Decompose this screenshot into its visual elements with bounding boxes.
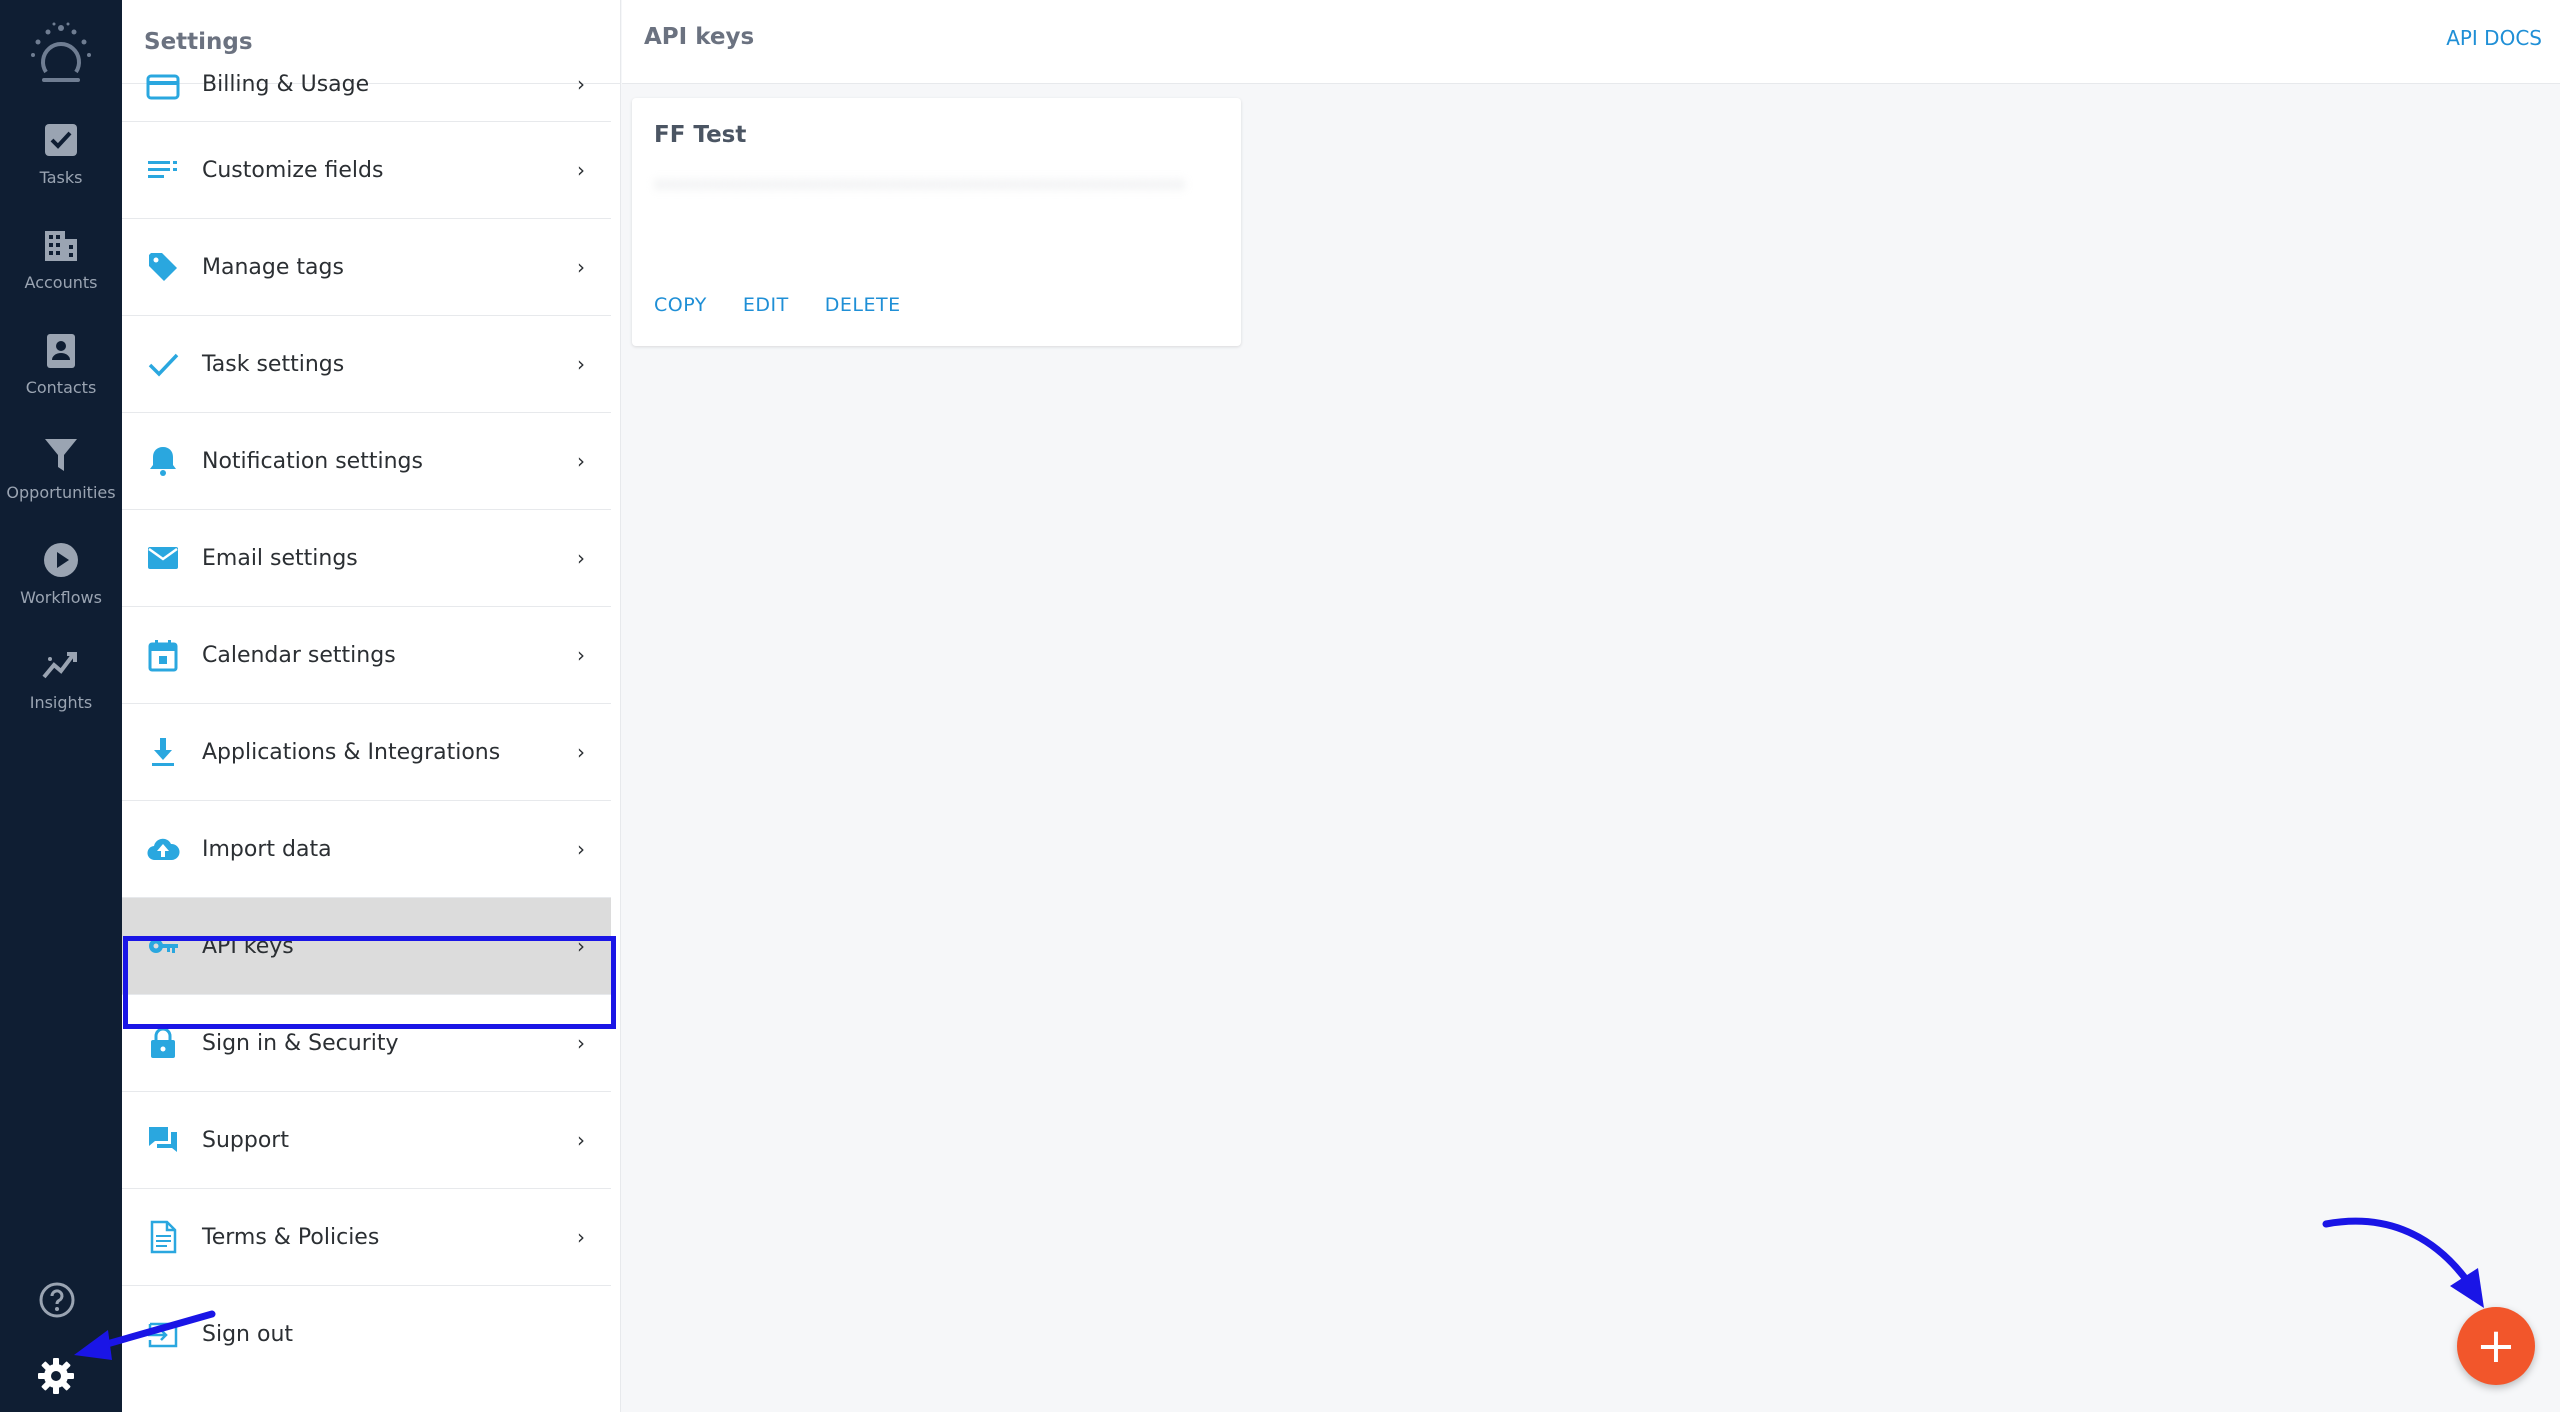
chevron-right-icon: › bbox=[577, 837, 585, 861]
app-root: Tasks Accounts Contacts Opportunities Wo… bbox=[0, 0, 2560, 1412]
api-key-actions: COPY EDIT DELETE bbox=[654, 294, 937, 316]
chevron-right-icon: › bbox=[577, 158, 585, 182]
play-circle-icon bbox=[44, 543, 78, 577]
sign-out-icon bbox=[144, 1316, 182, 1354]
settings-item-label: Import data bbox=[202, 836, 332, 862]
tasks-check-icon bbox=[45, 124, 77, 156]
nav-workflows[interactable]: Workflows bbox=[0, 540, 122, 636]
nav-tasks-label: Tasks bbox=[39, 168, 83, 187]
nav-accounts-label: Accounts bbox=[24, 273, 98, 292]
envelope-icon bbox=[144, 539, 182, 577]
nav-opportunities-label: Opportunities bbox=[6, 483, 116, 502]
settings-item-label: Support bbox=[202, 1127, 289, 1153]
settings-item-label: API keys bbox=[202, 933, 294, 959]
main-header: API keys API DOCS bbox=[622, 0, 2560, 84]
settings-item-label: Sign out bbox=[202, 1322, 294, 1347]
trend-chart-icon bbox=[42, 652, 77, 679]
settings-item-label: Email settings bbox=[202, 545, 358, 571]
cloud-upload-icon bbox=[144, 830, 182, 868]
settings-item-terms-policies[interactable]: Terms & Policies › bbox=[122, 1189, 611, 1286]
copy-button[interactable]: COPY bbox=[654, 294, 707, 316]
add-api-key-fab[interactable]: + bbox=[2457, 1307, 2535, 1385]
settings-item-task-settings[interactable]: Task settings › bbox=[122, 316, 611, 413]
settings-item-calendar-settings[interactable]: Calendar settings › bbox=[122, 607, 611, 704]
settings-item-label: Billing & Usage bbox=[202, 72, 370, 97]
fields-list-icon bbox=[144, 151, 182, 189]
chat-bubbles-icon bbox=[144, 1121, 182, 1159]
settings-item-label: Customize fields bbox=[202, 157, 384, 183]
chevron-right-icon: › bbox=[577, 740, 585, 764]
page-title: API keys bbox=[644, 24, 755, 50]
chevron-right-icon: › bbox=[577, 1031, 585, 1055]
settings-item-email-settings[interactable]: Email settings › bbox=[122, 510, 611, 607]
chevron-right-icon: › bbox=[577, 72, 585, 96]
contact-card-icon bbox=[47, 334, 75, 368]
settings-item-sign-out[interactable]: Sign out bbox=[122, 1286, 611, 1383]
api-key-value-obscured: ••••••••••••••••••••••••••••••••••••••••… bbox=[654, 173, 1184, 197]
nav-tasks[interactable]: Tasks bbox=[0, 120, 122, 216]
bell-icon bbox=[144, 442, 182, 480]
settings-item-import-data[interactable]: Import data › bbox=[122, 801, 611, 898]
chevron-right-icon: › bbox=[577, 1128, 585, 1152]
nav-insights-label: Insights bbox=[29, 693, 93, 712]
credit-card-icon bbox=[144, 68, 182, 106]
settings-panel: Settings Billing & Usage › Customize fie… bbox=[122, 0, 621, 1412]
settings-item-applications-integrations[interactable]: Applications & Integrations › bbox=[122, 704, 611, 801]
settings-item-notification-settings[interactable]: Notification settings › bbox=[122, 413, 611, 510]
left-nav-rail: Tasks Accounts Contacts Opportunities Wo… bbox=[0, 0, 122, 1412]
settings-item-label: Applications & Integrations bbox=[202, 739, 501, 765]
lock-icon bbox=[144, 1024, 182, 1062]
settings-item-customize-fields[interactable]: Customize fields › bbox=[122, 122, 611, 219]
settings-item-api-keys[interactable]: API keys › bbox=[122, 898, 611, 995]
funnel-icon bbox=[45, 439, 77, 471]
gear-icon[interactable] bbox=[36, 1356, 76, 1396]
chevron-right-icon: › bbox=[577, 546, 585, 570]
chevron-right-icon: › bbox=[577, 643, 585, 667]
nav-workflows-label: Workflows bbox=[20, 588, 102, 607]
chevron-right-icon: › bbox=[577, 1225, 585, 1249]
api-key-name: FF Test bbox=[654, 122, 747, 148]
chevron-right-icon: › bbox=[577, 255, 585, 279]
fab-pointer-arrow-annotation bbox=[2322, 1217, 2484, 1308]
chevron-right-icon: › bbox=[577, 352, 585, 376]
chevron-right-icon: › bbox=[577, 449, 585, 473]
help-circle-icon[interactable] bbox=[37, 1280, 77, 1320]
calendar-icon bbox=[144, 636, 182, 674]
api-docs-link[interactable]: API DOCS bbox=[2446, 26, 2542, 50]
nav-insights[interactable]: Insights bbox=[0, 645, 122, 741]
nav-contacts-label: Contacts bbox=[25, 378, 97, 397]
settings-item-billing[interactable]: Billing & Usage › bbox=[122, 54, 611, 122]
settings-item-manage-tags[interactable]: Manage tags › bbox=[122, 219, 611, 316]
settings-item-sign-in-security[interactable]: Sign in & Security › bbox=[122, 995, 611, 1092]
api-key-card: FF Test ••••••••••••••••••••••••••••••••… bbox=[632, 98, 1241, 346]
nav-accounts[interactable]: Accounts bbox=[0, 225, 122, 321]
building-icon bbox=[45, 231, 77, 261]
chevron-right-icon: › bbox=[577, 934, 585, 958]
key-icon bbox=[144, 927, 182, 965]
document-icon bbox=[144, 1218, 182, 1256]
settings-item-label: Terms & Policies bbox=[202, 1224, 380, 1250]
edit-button[interactable]: EDIT bbox=[743, 294, 789, 316]
checkmark-icon bbox=[144, 345, 182, 383]
download-icon bbox=[144, 733, 182, 771]
nav-opportunities[interactable]: Opportunities bbox=[0, 435, 122, 531]
brand-logo-icon[interactable] bbox=[24, 22, 98, 88]
settings-item-label: Calendar settings bbox=[202, 642, 396, 668]
tag-icon bbox=[144, 248, 182, 286]
settings-item-label: Manage tags bbox=[202, 254, 344, 280]
delete-button[interactable]: DELETE bbox=[825, 294, 901, 316]
nav-contacts[interactable]: Contacts bbox=[0, 330, 122, 426]
settings-item-label: Sign in & Security bbox=[202, 1030, 399, 1056]
settings-item-label: Task settings bbox=[202, 351, 345, 377]
settings-item-label: Notification settings bbox=[202, 448, 423, 474]
settings-item-support[interactable]: Support › bbox=[122, 1092, 611, 1189]
